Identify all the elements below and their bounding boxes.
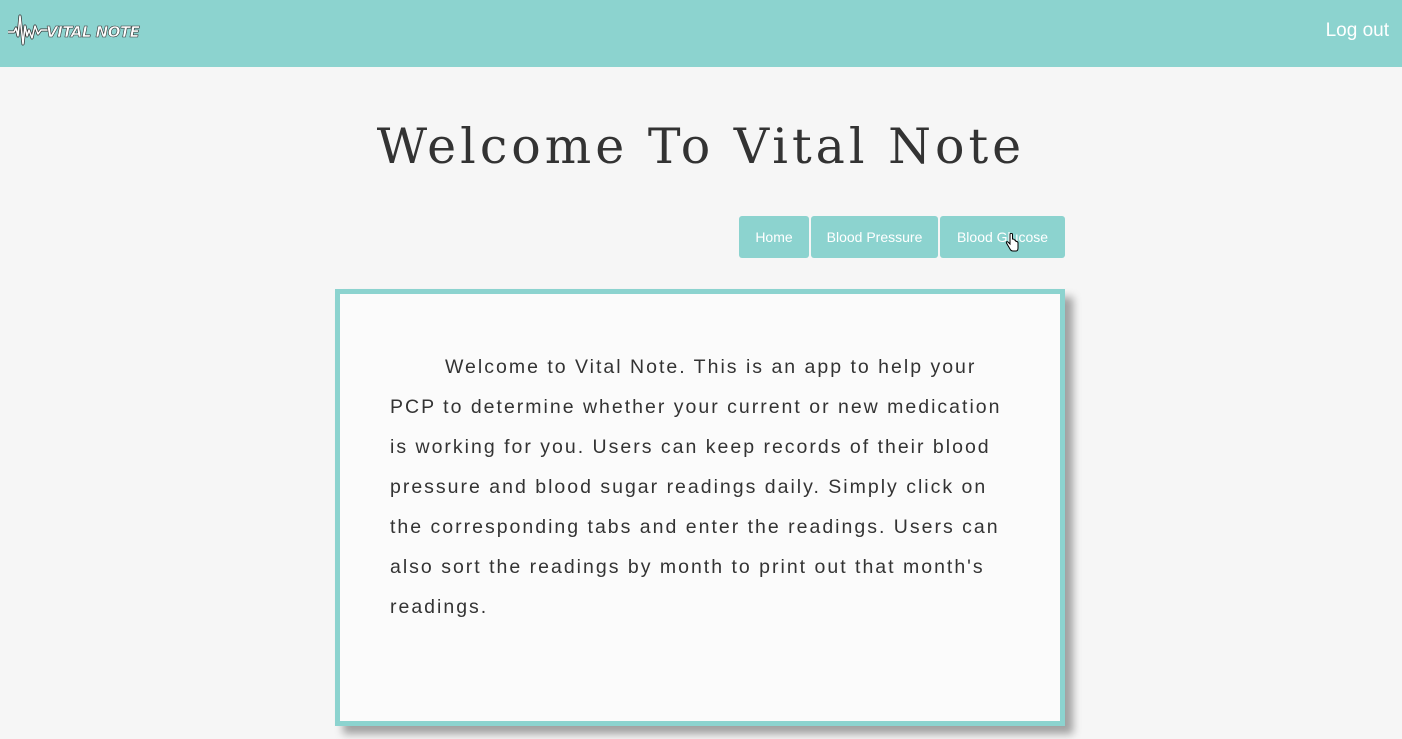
intro-text: Welcome to Vital Note. This is an app to… — [390, 356, 1002, 618]
brand-name: VITAL NOTE — [46, 23, 141, 42]
intro-card: Welcome to Vital Note. This is an app to… — [335, 289, 1065, 726]
logout-link[interactable]: Log out — [1326, 20, 1389, 42]
pointer-cursor-icon — [1005, 233, 1019, 252]
tab-blood-pressure[interactable]: Blood Pressure — [811, 216, 938, 258]
heartbeat-icon — [8, 14, 48, 46]
navbar: VITAL NOTE Log out — [0, 0, 1402, 67]
brand-logo[interactable]: VITAL NOTE — [8, 12, 141, 48]
tab-home[interactable]: Home — [739, 216, 809, 258]
tab-blood-glucose[interactable]: Blood Glucose — [940, 216, 1065, 258]
page-title: Welcome To Vital Note — [376, 118, 1026, 175]
